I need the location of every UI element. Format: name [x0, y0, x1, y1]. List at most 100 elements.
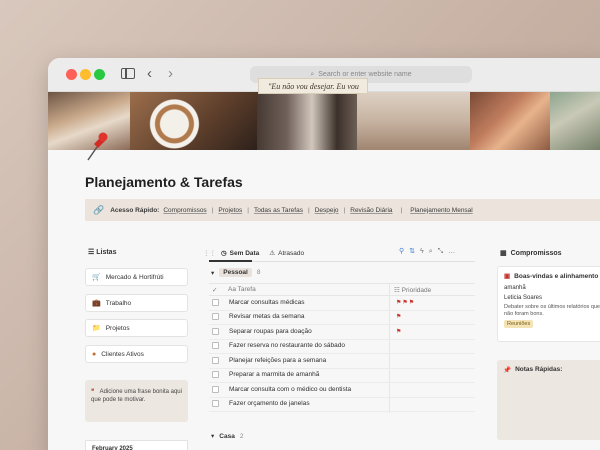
motivational-quote-box: ❝ Adicione uma frase bonita aqui que pod…	[85, 380, 188, 422]
search-icon[interactable]: ⌕	[429, 248, 438, 255]
drag-handle-icon[interactable]: ⋮⋮	[203, 249, 216, 257]
priority-flags-icon[interactable]: ⚑⚑⚑	[396, 299, 415, 306]
appointments-heading: ▦ Compromissos	[500, 249, 562, 258]
list-icon: ☰	[88, 249, 95, 256]
divider: |	[400, 206, 403, 214]
task-checkbox[interactable]	[212, 313, 219, 320]
zoom-window-button[interactable]	[94, 69, 105, 80]
table-row[interactable]: Marcar consultas médicas ⚑⚑⚑	[209, 296, 475, 311]
quick-link-planejamento-mensal[interactable]: Planejamento Mensal	[410, 207, 473, 214]
priority-flag-icon[interactable]: ⚑	[396, 313, 402, 320]
table-header: ✓ Aa Tarefa ☷ Prioridade	[209, 283, 475, 296]
appointments-title: Compromissos	[510, 249, 562, 257]
close-window-button[interactable]	[66, 69, 77, 80]
appointment-person: Leticia Soares	[504, 295, 543, 301]
divider: |	[211, 206, 214, 214]
task-text[interactable]: Preparar a marmita de amanhã	[229, 371, 319, 378]
task-checkbox[interactable]	[212, 400, 219, 407]
address-placeholder: Search or enter website name	[318, 71, 412, 78]
minimize-window-button[interactable]	[80, 69, 91, 80]
pushpin-icon	[87, 132, 108, 161]
active-tab-indicator	[209, 260, 252, 262]
group-header-pessoal[interactable]: ▾ Pessoal 8	[211, 268, 260, 277]
folder-icon: 📁	[92, 325, 101, 332]
tab-label: Sem Data	[229, 249, 260, 257]
table-row[interactable]: Separar roupas para doação ⚑	[209, 325, 475, 340]
lists-heading: ☰ Listas	[88, 248, 116, 256]
collapse-arrow-icon[interactable]: ▾	[211, 432, 214, 440]
table-row[interactable]: Marcar consulta com o médico ou dentista	[209, 383, 475, 398]
appointment-date: amanhã	[504, 285, 526, 291]
banner-photo-interior	[357, 92, 470, 150]
quick-link-projetos[interactable]: Projetos	[218, 207, 242, 214]
task-checkbox[interactable]	[212, 299, 219, 306]
appointment-title-row: ▣ Boas-vindas e alinhamento	[504, 273, 600, 281]
task-text[interactable]: Planejar refeições para a semana	[229, 357, 326, 364]
quick-link-compromissos[interactable]: Compromissos	[163, 207, 206, 214]
warning-icon: ⚠	[269, 250, 276, 257]
briefcase-icon: 💼	[92, 300, 101, 307]
task-text[interactable]: Separar roupas para doação	[229, 328, 312, 335]
cart-icon: 🛒	[92, 274, 101, 281]
automation-icon[interactable]: ϟ	[420, 248, 429, 255]
quick-access-label: Acesso Rápido:	[110, 206, 160, 214]
table-row[interactable]: Preparar a marmita de amanhã	[209, 368, 475, 383]
banner-photo-money	[550, 92, 600, 150]
column-header-tarefa[interactable]: Aa Tarefa	[228, 286, 256, 293]
task-text[interactable]: Fazer reserva no restaurante do sábado	[229, 342, 345, 349]
task-checkbox[interactable]	[212, 371, 219, 378]
tab-atrasado[interactable]: ⚠ Atrasado	[269, 249, 304, 258]
group-count: 8	[256, 269, 261, 276]
quick-link-revisao-diaria[interactable]: Revisão Diária	[350, 207, 392, 214]
list-item-clientes[interactable]: ● Clientes Ativos	[85, 345, 188, 363]
group-name: Pessoal	[219, 268, 252, 277]
list-item-label: Mercado & Hortifrúti	[105, 273, 164, 281]
task-text[interactable]: Fazer orçamento de janelas	[229, 400, 310, 407]
more-icon[interactable]: …	[448, 248, 460, 255]
task-checkbox[interactable]	[212, 328, 219, 335]
list-item-mercado[interactable]: 🛒 Mercado & Hortifrúti	[85, 268, 188, 286]
sidebar-toggle-icon[interactable]	[121, 68, 135, 79]
forward-arrow-icon[interactable]: ›	[168, 65, 173, 82]
quote-text: Adicione uma frase bonita aqui que pode …	[91, 389, 182, 403]
sort-icon[interactable]: ⇅	[409, 248, 420, 255]
task-text[interactable]: Revisar metas da semana	[229, 313, 305, 320]
quick-link-despejo[interactable]: Despejo	[315, 207, 339, 214]
table-row[interactable]: Fazer orçamento de janelas	[209, 397, 475, 412]
quick-notes-box[interactable]: 📌 Notas Rápidas:	[497, 360, 600, 440]
task-checkbox[interactable]	[212, 357, 219, 364]
expand-icon[interactable]: ⤡	[438, 248, 449, 255]
appointment-title: Boas-vindas e alinhamento	[514, 273, 599, 280]
back-arrow-icon[interactable]: ‹	[147, 65, 152, 82]
list-item-trabalho[interactable]: 💼 Trabalho	[85, 294, 188, 312]
priority-flag-icon[interactable]: ⚑	[396, 328, 402, 335]
view-toolbar: ⚲⇅ϟ⌕⤡…	[399, 247, 460, 256]
lists-title: Listas	[96, 249, 117, 256]
task-checkbox[interactable]	[212, 342, 219, 349]
task-text[interactable]: Marcar consultas médicas	[229, 299, 305, 306]
table-row[interactable]: Revisar metas da semana ⚑	[209, 310, 475, 325]
appointment-card[interactable]: ▣ Boas-vindas e alinhamento amanhã Letic…	[497, 266, 600, 342]
quick-notes-title: Notas Rápidas:	[515, 366, 563, 373]
list-item-projetos[interactable]: 📁 Projetos	[85, 319, 188, 337]
divider: |	[307, 206, 310, 214]
group-header-casa[interactable]: ▾ Casa 2	[211, 432, 243, 441]
quick-access-bar: 🔗 Acesso Rápido: Compromissos | Projetos…	[85, 199, 600, 221]
list-item-label: Trabalho	[105, 299, 132, 307]
task-text[interactable]: Marcar consulta com o médico ou dentista	[229, 386, 351, 393]
filter-icon[interactable]: ⚲	[399, 248, 409, 255]
person-icon: ●	[92, 350, 97, 358]
column-header-prioridade[interactable]: ☷ Prioridade	[394, 286, 431, 294]
calendar-icon: ▣	[504, 273, 511, 280]
tab-sem-data[interactable]: ◷ Sem Data	[221, 249, 260, 258]
list-type-icon: ☷	[394, 287, 400, 294]
task-checkbox[interactable]	[212, 386, 219, 393]
collapse-arrow-icon[interactable]: ▾	[211, 269, 214, 277]
divider: |	[343, 206, 346, 214]
quick-link-todas-tarefas[interactable]: Todas as Tarefas	[254, 207, 303, 214]
calendar-icon: ▦	[500, 250, 507, 257]
banner-photo-coffee	[130, 92, 257, 150]
table-row[interactable]: Fazer reserva no restaurante do sábado	[209, 339, 475, 354]
pushpin-icon: 📌	[503, 367, 512, 374]
table-row[interactable]: Planejar refeições para a semana	[209, 354, 475, 369]
